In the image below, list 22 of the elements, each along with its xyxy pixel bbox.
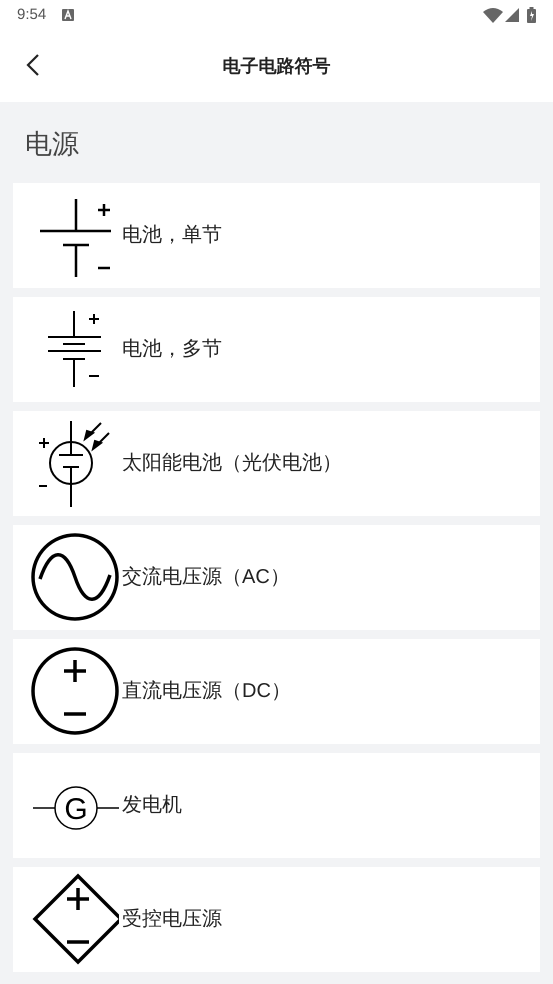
- back-icon: [26, 53, 40, 77]
- symbol-name: 受控电压源: [122, 907, 222, 932]
- symbol-list-item[interactable]: 电池，单节: [13, 182, 540, 288]
- page-title: 电子电路符号: [222, 54, 330, 78]
- symbol-list-item[interactable]: 直流电压源（DC）: [13, 638, 540, 744]
- symbol-list-item[interactable]: G 发电机: [13, 752, 540, 858]
- symbol-name: 交流电压源（AC）: [122, 565, 290, 590]
- section-title: 电源: [25, 129, 79, 159]
- notification-icon: [62, 9, 74, 21]
- symbol-list-item[interactable]: 交流电压源（AC）: [13, 524, 540, 630]
- status-time: 9:54: [17, 4, 46, 25]
- battery-icon: [527, 7, 536, 23]
- symbol-list-item[interactable]: 受控电压源: [13, 866, 540, 972]
- symbol-list-item[interactable]: 电池，多节: [13, 296, 540, 402]
- symbol-name: 电池，多节: [122, 337, 222, 362]
- symbol-name: 直流电压源（DC）: [122, 679, 291, 704]
- signal-icon: [505, 8, 519, 22]
- symbol-list-item[interactable]: 太阳能电池（光伏电池）: [13, 410, 540, 516]
- symbol-name: 电池，单节: [122, 223, 222, 248]
- symbol-name: 发电机: [122, 793, 182, 818]
- wifi-icon: [483, 8, 503, 22]
- symbol-name: 太阳能电池（光伏电池）: [122, 451, 342, 476]
